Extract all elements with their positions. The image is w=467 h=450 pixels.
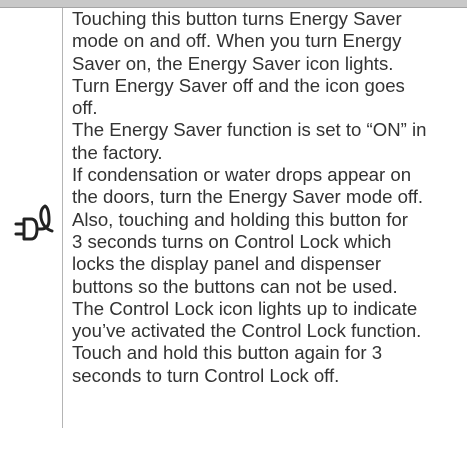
text-line: locks the display panel and dispenser (72, 253, 382, 275)
text-line: the factory. (72, 141, 163, 163)
description-text: Touching this button turns Energy Saver … (72, 8, 464, 387)
text-line: Touching this button turns Energy Saver (72, 8, 402, 29)
text-line: Also, touching and holding this button f… (72, 208, 408, 230)
text-line: If condensation or water drops appear on (72, 164, 412, 186)
text-line: Turn Energy Saver off and the icon goes (72, 74, 405, 96)
text-line: you’ve activated the Control Lock functi… (72, 320, 422, 342)
text-line: mode on and off. When you turn Energy (72, 30, 402, 52)
text-line: the doors, turn the Energy Saver mode of… (72, 186, 424, 208)
column-divider (62, 8, 63, 428)
text-line: 3 seconds turns on Control Lock which (72, 230, 392, 252)
energy-saver-plug-icon (14, 200, 54, 244)
table-header-bar (0, 0, 467, 8)
text-line: Saver on, the Energy Saver icon lights. (72, 52, 394, 74)
text-line: The Control Lock icon lights up to indic… (72, 297, 418, 319)
text-line: off. (72, 97, 98, 119)
text-line: The Energy Saver function is set to “ON”… (72, 119, 427, 141)
text-line: buttons so the buttons can not be used. (72, 275, 398, 297)
text-line: Touch and hold this button again for 3 (72, 342, 383, 364)
text-line: seconds to turn Control Lock off. (72, 364, 340, 386)
